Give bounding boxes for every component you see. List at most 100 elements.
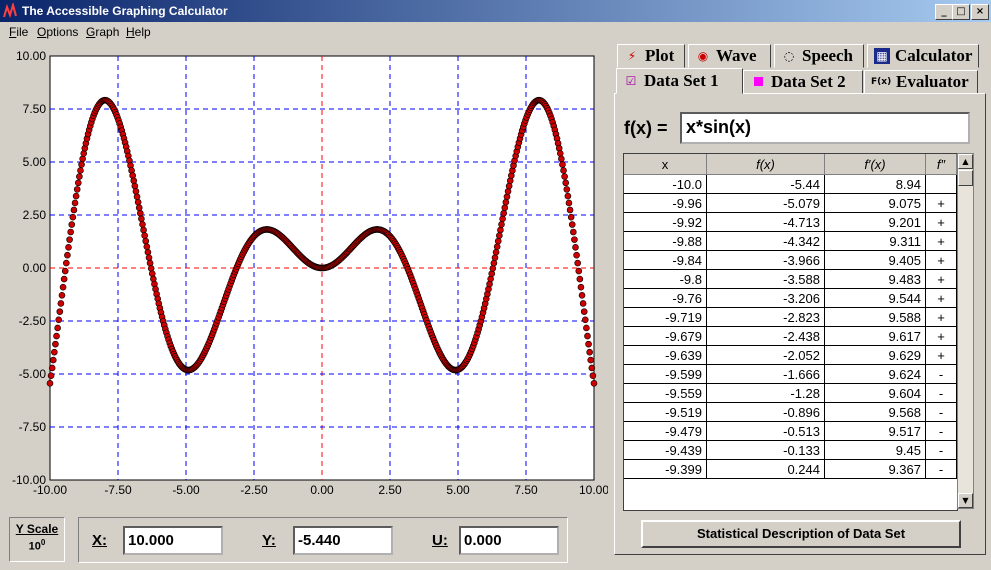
cell-x[interactable]: -9.639 xyxy=(624,345,707,365)
col-header-x[interactable]: x xyxy=(624,154,707,175)
cell-fx[interactable]: -4.342 xyxy=(706,231,825,251)
cell-fprime[interactable]: 9.568 xyxy=(824,402,926,422)
cell-fx[interactable]: -3.588 xyxy=(706,269,825,289)
cell-fx[interactable]: -2.438 xyxy=(706,326,825,346)
cell-fprime[interactable]: 9.629 xyxy=(824,345,926,365)
cell-x[interactable]: -9.439 xyxy=(624,440,707,460)
cell-fprime[interactable]: 9.405 xyxy=(824,250,926,270)
cell-fprime[interactable]: 9.517 xyxy=(824,421,926,441)
cell-fdoubleprime[interactable]: + xyxy=(925,345,957,365)
col-header-fx[interactable]: f(x) xyxy=(706,154,825,175)
cell-fprime[interactable]: 9.075 xyxy=(824,193,926,213)
cell-fprime[interactable]: 9.544 xyxy=(824,288,926,308)
table-row[interactable]: -9.639 -2.052 9.629 + xyxy=(624,345,957,365)
plot-area[interactable]: -10.00 -7.50 -5.00 -2.50 0.00 2.50 5.00 7.50 10.… xyxy=(3,45,608,505)
cell-x[interactable]: -9.599 xyxy=(624,364,707,384)
minimize-button[interactable]: _ xyxy=(935,4,953,20)
cell-fdoubleprime[interactable]: + xyxy=(925,288,957,308)
cell-fprime[interactable]: 8.94 xyxy=(824,174,926,194)
table-row[interactable]: -9.719 -2.823 9.588 + xyxy=(624,307,957,327)
maximize-button[interactable]: □ xyxy=(952,4,970,20)
table-row[interactable]: -9.559 -1.28 9.604- xyxy=(624,383,957,403)
scroll-down-button[interactable]: ▼ xyxy=(958,493,973,508)
cell-fx[interactable]: -4.713 xyxy=(706,212,825,232)
cell-fx[interactable]: -2.823 xyxy=(706,307,825,327)
cell-x[interactable]: -9.96 xyxy=(624,193,707,213)
cell-x[interactable]: -9.76 xyxy=(624,288,707,308)
y-scale-box[interactable]: Y Scale 100 xyxy=(9,517,65,562)
table-row[interactable]: -9.399 0.244 9.367- xyxy=(624,459,957,479)
cell-x[interactable]: -9.399 xyxy=(624,459,707,479)
cell-x[interactable]: -9.479 xyxy=(624,421,707,441)
cell-fdoubleprime[interactable]: - xyxy=(925,440,957,460)
cell-fdoubleprime[interactable]: - xyxy=(925,459,957,479)
table-row[interactable]: -9.679 -2.438 9.617 + xyxy=(624,326,957,346)
cell-x[interactable]: -9.84 xyxy=(624,250,707,270)
close-button[interactable]: × xyxy=(971,4,989,20)
tab-calculator[interactable]: ▦ Calculator xyxy=(867,44,979,68)
cell-x[interactable]: -9.519 xyxy=(624,402,707,422)
table-row[interactable]: -9.88 -4.342 9.311 + xyxy=(624,231,957,251)
u-coord-field[interactable]: 0.000 xyxy=(459,526,559,555)
table-row[interactable]: -9.479 -0.513 9.517- xyxy=(624,421,957,441)
tab-data-set-2[interactable]: Data Set 2 xyxy=(743,70,863,94)
cell-fprime[interactable]: 9.483 xyxy=(824,269,926,289)
cell-x[interactable]: -9.559 xyxy=(624,383,707,403)
cell-fdoubleprime[interactable]: + xyxy=(925,212,957,232)
cell-fdoubleprime[interactable]: + xyxy=(925,326,957,346)
cell-x[interactable]: -9.719 xyxy=(624,307,707,327)
x-coord-field[interactable]: 10.000 xyxy=(123,526,223,555)
cell-fx[interactable]: -3.966 xyxy=(706,250,825,270)
tab-wave[interactable]: ◉ Wave xyxy=(688,44,771,68)
tab-evaluator[interactable]: F(x) Evaluator xyxy=(864,70,978,94)
cell-fx[interactable]: -0.133 xyxy=(706,440,825,460)
cell-fx[interactable]: -5.079 xyxy=(706,193,825,213)
table-row[interactable]: -9.96 -5.079 9.075 + xyxy=(624,193,957,213)
table-scrollbar[interactable]: ▲ ▼ xyxy=(957,153,974,509)
cell-fdoubleprime[interactable]: - xyxy=(925,364,957,384)
tab-plot[interactable]: ⚡ Plot xyxy=(617,44,685,68)
y-coord-field[interactable]: -5.440 xyxy=(293,526,393,555)
cell-fdoubleprime[interactable]: + xyxy=(925,307,957,327)
menu-help[interactable]: Help xyxy=(126,25,151,39)
cell-fdoubleprime[interactable]: + xyxy=(925,250,957,270)
table-row[interactable]: -9.76 -3.206 9.544 + xyxy=(624,288,957,308)
table-row[interactable]: -9.439 -0.133 9.45- xyxy=(624,440,957,460)
col-header-fprime[interactable]: f′(x) xyxy=(824,154,926,175)
table-row[interactable]: -9.92 -4.713 9.201 + xyxy=(624,212,957,232)
cell-fx[interactable]: -3.206 xyxy=(706,288,825,308)
cell-fprime[interactable]: 9.588 xyxy=(824,307,926,327)
cell-fx[interactable]: -1.28 xyxy=(706,383,825,403)
cell-fprime[interactable]: 9.201 xyxy=(824,212,926,232)
scroll-thumb[interactable] xyxy=(958,170,973,186)
cell-fprime[interactable]: 9.367 xyxy=(824,459,926,479)
function-input[interactable]: x*sin(x) xyxy=(680,112,970,144)
data-table[interactable]: x f(x) f′(x) f″ -10.0 -5.44 8.94 -9.96 -5.07… xyxy=(623,153,958,511)
cell-fprime[interactable]: 9.617 xyxy=(824,326,926,346)
menu-graph[interactable]: Graph xyxy=(86,25,119,39)
cell-fdoubleprime[interactable]: - xyxy=(925,383,957,403)
table-row[interactable]: -10.0 -5.44 8.94 xyxy=(624,174,957,194)
tab-speech[interactable]: ◌ Speech xyxy=(774,44,864,68)
cell-fdoubleprime[interactable]: - xyxy=(925,421,957,441)
cell-x[interactable]: -10.0 xyxy=(624,174,707,194)
cell-fprime[interactable]: 9.624 xyxy=(824,364,926,384)
cell-fx[interactable]: -0.896 xyxy=(706,402,825,422)
menu-file[interactable]: File xyxy=(9,25,28,39)
cell-x[interactable]: -9.92 xyxy=(624,212,707,232)
cell-fx[interactable]: -1.666 xyxy=(706,364,825,384)
cell-fprime[interactable]: 9.311 xyxy=(824,231,926,251)
cell-fdoubleprime[interactable]: + xyxy=(925,269,957,289)
table-row[interactable]: -9.8 -3.588 9.483 + xyxy=(624,269,957,289)
cell-x[interactable]: -9.8 xyxy=(624,269,707,289)
cell-fx[interactable]: -2.052 xyxy=(706,345,825,365)
cell-x[interactable]: -9.88 xyxy=(624,231,707,251)
table-row[interactable]: -9.599 -1.666 9.624- xyxy=(624,364,957,384)
tab-data-set-1[interactable]: ☑ Data Set 1 xyxy=(616,68,743,94)
cell-fx[interactable]: 0.244 xyxy=(706,459,825,479)
cell-fdoubleprime[interactable]: + xyxy=(925,193,957,213)
cell-x[interactable]: -9.679 xyxy=(624,326,707,346)
cell-fdoubleprime[interactable]: - xyxy=(925,402,957,422)
menu-options[interactable]: Options xyxy=(37,25,78,39)
table-row[interactable]: -9.519 -0.896 9.568- xyxy=(624,402,957,422)
